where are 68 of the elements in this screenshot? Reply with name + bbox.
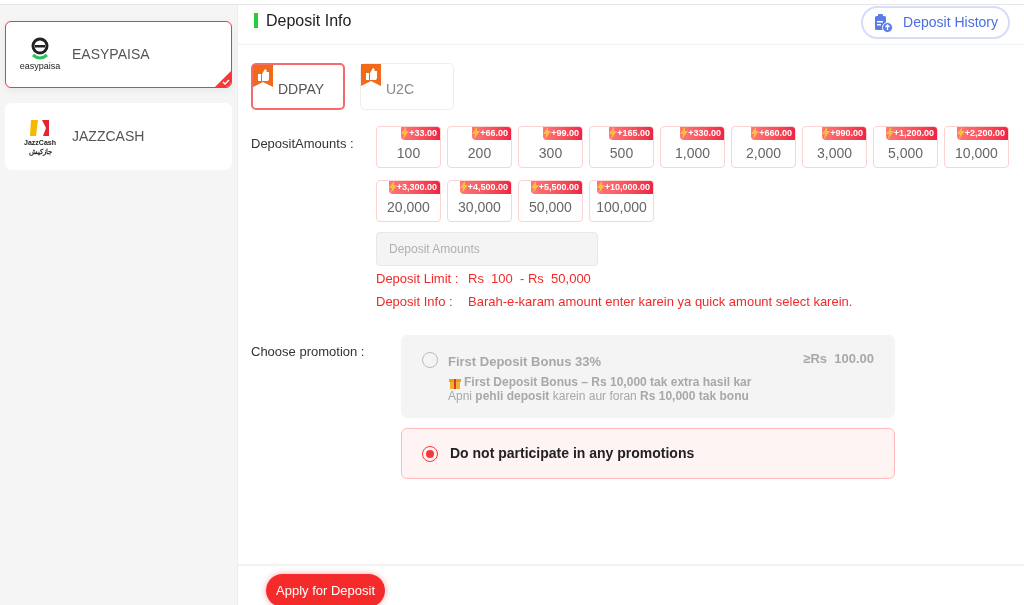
amount-option[interactable]: +99.00 300 [518, 126, 583, 168]
bonus-badge: +165.00 [609, 127, 653, 140]
promotion-description: Apni pehli deposit karein aur foran Rs 10,000 tak bonu [448, 388, 750, 403]
amount-option[interactable]: +2,200.00 10,000 [944, 126, 1009, 168]
lightning-icon [401, 127, 410, 139]
amount-option[interactable]: +33.00 100 [376, 126, 441, 168]
note-text: Barah-e-karam amount enter karein ya quick amount select karein. [468, 292, 853, 311]
method-name: JAZZCASH [72, 127, 145, 146]
amount-input-field[interactable]: Deposit Amounts [376, 232, 598, 266]
lightning-icon [609, 127, 618, 139]
apply-for-deposit-button[interactable]: Apply for Deposit [266, 574, 385, 605]
lightning-icon [472, 127, 481, 139]
note-label: Deposit Limit : [376, 270, 460, 288]
field-label: Choose promotion : [251, 343, 366, 361]
bonus-badge: +33.00 [401, 127, 440, 140]
amount-option[interactable]: +990.00 3,000 [802, 126, 867, 168]
easypaisa-icon [29, 37, 51, 61]
thumbs-up-badge-icon [253, 65, 273, 87]
lightning-icon [543, 127, 552, 139]
amount-option[interactable]: +3,300.00 20,000 [376, 180, 441, 222]
promotion-description: First Deposit Bonus – Rs 10,000 tak extra hasil kar [464, 374, 752, 389]
minimum-amount: ≥Rs 100.00 [803, 350, 874, 368]
logo-text: easypaisa [19, 61, 61, 72]
channel-option[interactable]: DDPAY [251, 63, 345, 110]
section-title: Deposit Info [266, 10, 352, 31]
clipboard-upload-icon [873, 12, 894, 33]
thumbs-up-badge-icon [361, 64, 381, 86]
amount-option[interactable]: +1,200.00 5,000 [873, 126, 938, 168]
lightning-icon [680, 127, 689, 139]
note-text: Rs 100 - Rs 50,000 [468, 270, 591, 288]
promotion-option[interactable]: Do not participate in any promotions [401, 428, 895, 479]
lightning-icon [459, 181, 468, 193]
amount-option[interactable]: +660.00 2,000 [731, 126, 796, 168]
amount-option[interactable]: +66.00 200 [447, 126, 512, 168]
amount-option[interactable]: +165.00 500 [589, 126, 654, 168]
promotion-title: First Deposit Bonus 33% [448, 353, 602, 371]
jazzcash-icon [28, 117, 52, 138]
amount-option[interactable]: +4,500.00 30,000 [447, 180, 512, 222]
channel-option[interactable]: U2C [360, 63, 454, 110]
payment-method-card[interactable]: easypaisa EASYPAISA [5, 21, 232, 88]
amount-option[interactable]: +330.00 1,000 [660, 126, 725, 168]
amount-option[interactable]: +5,500.00 50,000 [518, 180, 583, 222]
deposit-history-button[interactable]: Deposit History [861, 6, 1010, 39]
bonus-badge: +330.00 [680, 127, 724, 140]
bonus-badge: +660.00 [751, 127, 795, 140]
bonus-badge: +4,500.00 [459, 181, 511, 194]
lightning-icon [596, 181, 605, 193]
bonus-badge: +99.00 [543, 127, 582, 140]
bonus-badge: +66.00 [472, 127, 511, 140]
amount-option[interactable]: +10,000.00 100,000 [589, 180, 654, 222]
bonus-badge: +990.00 [822, 127, 866, 140]
method-name: EASYPAISA [72, 45, 150, 64]
bonus-badge: +3,300.00 [388, 181, 440, 194]
lightning-icon [822, 127, 831, 139]
bonus-badge: +1,200.00 [885, 127, 937, 140]
lightning-icon [388, 181, 397, 193]
lightning-icon [885, 127, 894, 139]
lightning-icon [530, 181, 539, 193]
promotion-title: Do not participate in any promotions [450, 444, 695, 463]
bonus-badge: +5,500.00 [530, 181, 582, 194]
note-label: Deposit Info : [376, 292, 454, 311]
field-label: DepositAmounts : [251, 135, 355, 153]
bonus-badge: +2,200.00 [956, 127, 1008, 140]
bonus-badge: +10,000.00 [596, 181, 653, 194]
lightning-icon [956, 127, 965, 139]
lightning-icon [751, 127, 760, 139]
selected-check-icon [215, 71, 231, 87]
accent-bar [254, 13, 258, 28]
